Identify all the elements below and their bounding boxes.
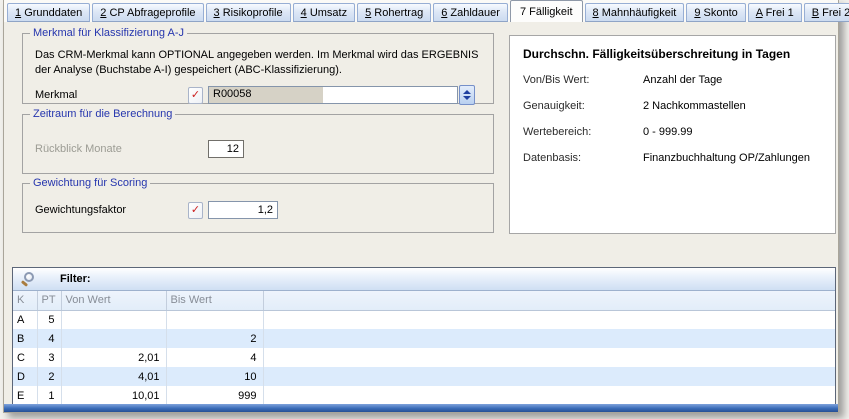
info-label: Genauigkeit: [523, 98, 643, 114]
tab-grunddaten[interactable]: 1 Grunddaten [7, 3, 90, 22]
info-panel-title: Durchschn. Fälligkeitsüberschreitung in … [523, 47, 822, 61]
dialog-window: 1 Grunddaten 2 CP Abfrageprofile 3 Risik… [3, 0, 839, 413]
table-row[interactable]: A 5 [13, 310, 835, 329]
filter-label: Filter: [60, 273, 91, 285]
info-panel-faelligkeit: Durchschn. Fälligkeitsüberschreitung in … [509, 35, 836, 234]
gewichtungsfaktor-input[interactable] [208, 201, 278, 219]
validate-check-icon[interactable]: ✓ [188, 87, 203, 104]
magnifier-icon[interactable] [20, 271, 36, 287]
info-label: Wertebereich: [523, 124, 643, 140]
merkmal-spinner[interactable] [459, 85, 475, 105]
tab-faelligkeit[interactable]: 7 Fälligkeit [510, 0, 583, 22]
tab-mahnhaeufigkeit[interactable]: 8 Mahnhäufigkeit [585, 3, 685, 22]
groupbox-title: Zeitraum für die Berechnung [30, 108, 175, 120]
horizontal-scrollbar[interactable] [4, 404, 838, 412]
table-row[interactable]: C 3 2,01 4 [13, 348, 835, 367]
column-header-pt[interactable]: PT [37, 291, 61, 310]
table-row[interactable]: D 2 4,01 10 [13, 367, 835, 386]
tab-page-faelligkeit: Merkmal für Klassifizierung A-J Das CRM-… [4, 22, 838, 404]
merkmal-value: R00058 [209, 87, 323, 103]
grid-filter-bar[interactable]: Filter: [13, 268, 835, 291]
gewichtungsfaktor-label: Gewichtungsfaktor [33, 204, 188, 216]
classification-table: K PT Von Wert Bis Wert A 5 [13, 291, 835, 405]
tab-risikoprofile[interactable]: 3 Risikoprofile [206, 3, 291, 22]
tab-cp-abfrageprofile[interactable]: 2 CP Abfrageprofile [92, 3, 203, 22]
tab-frei-1[interactable]: A Frei 1 [748, 3, 802, 22]
tab-frei-2[interactable]: B Frei 2 [804, 3, 849, 22]
info-value: Anzahl der Tage [643, 72, 722, 88]
groupbox-merkmal-klassifizierung: Merkmal für Klassifizierung A-J Das CRM-… [22, 33, 494, 104]
table-row[interactable]: B 4 2 [13, 329, 835, 348]
tab-umsatz[interactable]: 4 Umsatz [293, 3, 355, 22]
tab-rohertrag[interactable]: 5 Rohertrag [357, 3, 431, 22]
tab-strip: 1 Grunddaten 2 CP Abfrageprofile 3 Risik… [4, 0, 838, 22]
table-row[interactable]: E 1 10,01 999 [13, 386, 835, 405]
info-label: Von/Bis Wert: [523, 72, 643, 88]
merkmal-description: Das CRM-Merkmal kann OPTIONAL angegeben … [33, 48, 485, 78]
column-header-von[interactable]: Von Wert [61, 291, 166, 310]
table-header-row: K PT Von Wert Bis Wert [13, 291, 835, 310]
groupbox-zeitraum: Zeitraum für die Berechnung Rückblick Mo… [22, 114, 494, 174]
column-header-k[interactable]: K [13, 291, 37, 310]
info-value: 0 - 999.99 [643, 124, 693, 140]
info-value: 2 Nachkommastellen [643, 98, 746, 114]
column-header-empty [263, 291, 835, 310]
validate-check-icon[interactable]: ✓ [188, 202, 203, 219]
spinner-down-icon[interactable] [463, 96, 471, 100]
groupbox-title: Gewichtung für Scoring [30, 177, 150, 189]
merkmal-label: Merkmal [33, 89, 188, 101]
rueckblick-monate-input[interactable] [208, 140, 244, 158]
rueckblick-monate-label: Rückblick Monate [33, 143, 188, 155]
left-column: Merkmal für Klassifizierung A-J Das CRM-… [22, 26, 494, 233]
column-header-bis[interactable]: Bis Wert [166, 291, 263, 310]
info-value: Finanzbuchhaltung OP/Zahlungen [643, 150, 810, 166]
info-label: Datenbasis: [523, 150, 643, 166]
classification-grid-panel: Filter: K PT Von Wert Bis Wert A [12, 267, 836, 407]
groupbox-title: Merkmal für Klassifizierung A-J [30, 27, 187, 39]
tab-zahldauer[interactable]: 6 Zahldauer [433, 3, 508, 22]
spinner-up-icon[interactable] [463, 90, 471, 94]
groupbox-gewichtung: Gewichtung für Scoring Gewichtungsfaktor… [22, 183, 494, 233]
tab-skonto[interactable]: 9 Skonto [686, 3, 745, 22]
merkmal-input[interactable]: R00058 [208, 86, 458, 104]
